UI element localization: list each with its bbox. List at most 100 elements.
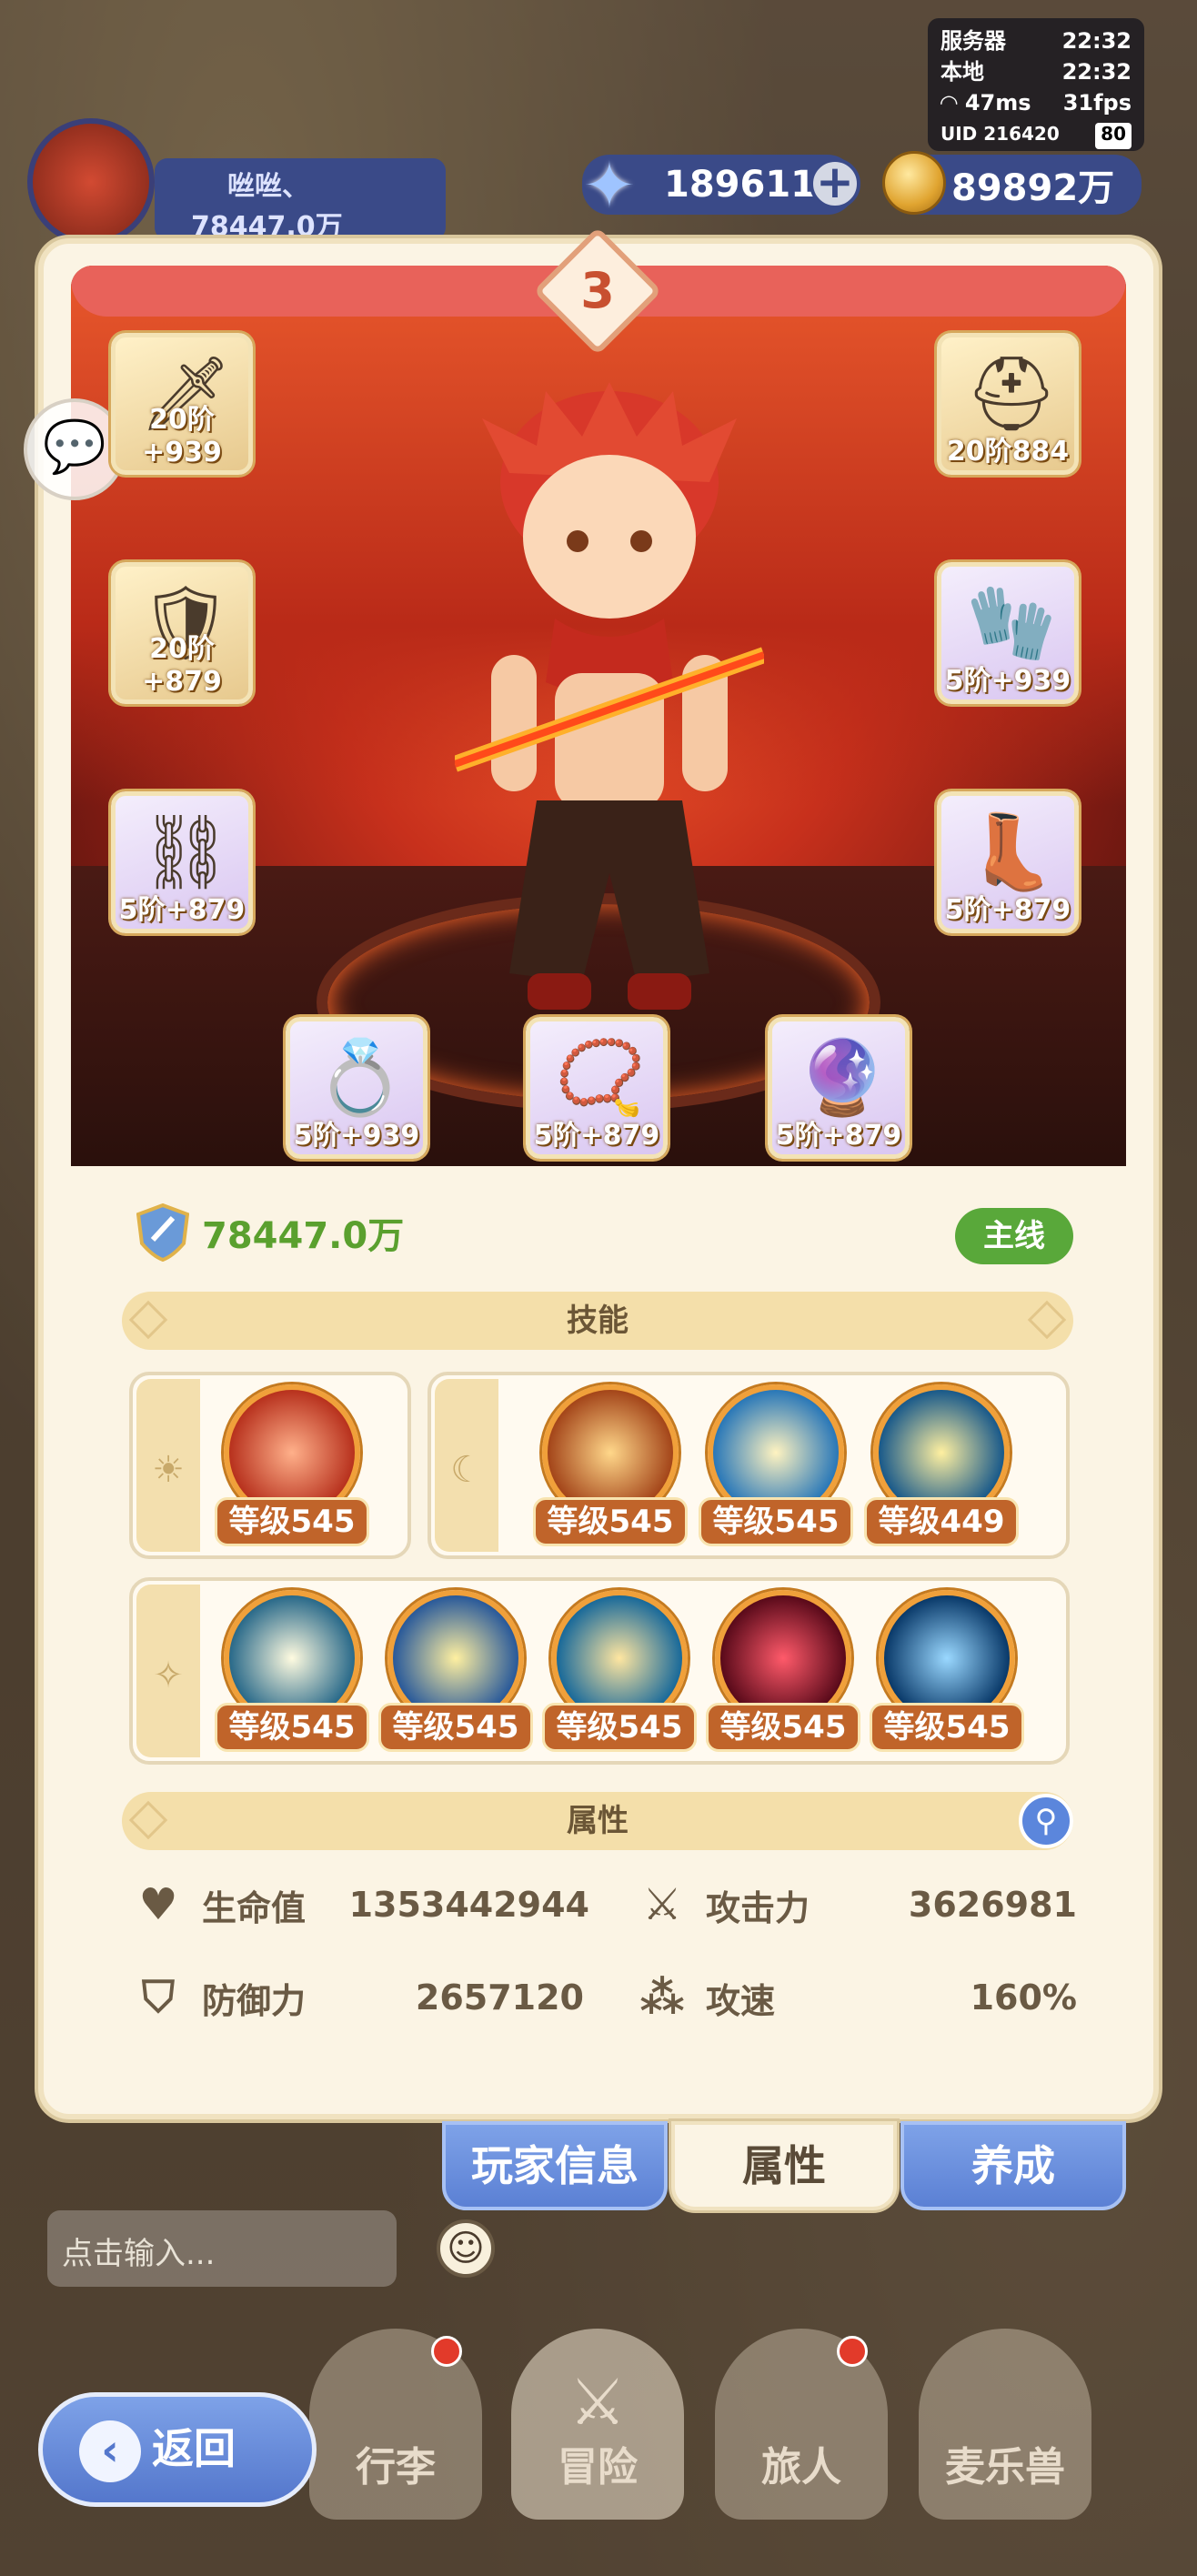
skill-group-star: ✧ 等级545 等级545 等级545 等级545 等级545 bbox=[129, 1577, 1070, 1765]
tab-attributes[interactable]: 属性 bbox=[671, 2121, 897, 2210]
ping-value: 47ms bbox=[964, 90, 1031, 116]
nav-label: 冒险 bbox=[558, 2444, 638, 2490]
equip-level: 5阶+879 bbox=[118, 894, 246, 926]
notification-dot bbox=[837, 2336, 868, 2367]
skill-level: 等级545 bbox=[215, 1703, 369, 1752]
atk-value: 3626981 bbox=[908, 1885, 1077, 1925]
def-label: 防御力 bbox=[202, 1980, 307, 2021]
helmet-icon: ⛑ bbox=[965, 351, 1058, 436]
tab-player-info[interactable]: 玩家信息 bbox=[442, 2121, 668, 2210]
skill-group-sun: ☀ 等级545 bbox=[129, 1372, 411, 1559]
equip-slot-gauntlet[interactable]: 🧤 5阶+939 bbox=[937, 562, 1079, 704]
wifi-icon: ◠ bbox=[940, 90, 965, 116]
shield-icon: ⛉ bbox=[141, 1972, 175, 2023]
hp-label: 生命值 bbox=[202, 1887, 307, 1928]
skill-slot[interactable]: 等级449 bbox=[864, 1384, 1019, 1548]
star-gem-icon: ✦ bbox=[582, 148, 637, 223]
skill-slot[interactable]: 等级545 bbox=[215, 1590, 369, 1754]
skill-level: 等级545 bbox=[706, 1703, 860, 1752]
crossed-swords-icon: ⚔ bbox=[642, 1879, 682, 1930]
skill-level: 等级545 bbox=[378, 1703, 533, 1752]
diamond-ornament-icon bbox=[128, 1800, 168, 1840]
equip-level: 5阶+879 bbox=[533, 1120, 660, 1152]
mainline-badge[interactable]: 主线 bbox=[955, 1208, 1073, 1264]
equip-level: 5阶+879 bbox=[944, 894, 1071, 926]
equip-level: 5阶+939 bbox=[293, 1120, 420, 1152]
def-row: ⛉ 防御力 2657120 bbox=[133, 1968, 584, 2027]
attributes-title: 属性 bbox=[567, 1803, 629, 1839]
player-name: 咝咝、 bbox=[227, 171, 309, 203]
skill-level: 等级545 bbox=[533, 1497, 688, 1546]
server-time: 22:32 bbox=[1061, 28, 1132, 54]
equip-slot-armor[interactable]: 🛡 20阶+879 bbox=[111, 562, 253, 704]
skill-slot[interactable]: 等级545 bbox=[533, 1384, 688, 1548]
coin-icon bbox=[882, 151, 946, 215]
equip-slot-ring[interactable]: 💍 5阶+939 bbox=[286, 1017, 428, 1159]
skill-slot[interactable]: 等级545 bbox=[378, 1590, 533, 1754]
skill-level: 等级449 bbox=[864, 1497, 1019, 1546]
atk-row: ⚔ 攻击力 3626981 bbox=[637, 1876, 1077, 1934]
chat-input[interactable]: 点击输入... bbox=[47, 2210, 397, 2287]
nav-label: 行李 bbox=[356, 2444, 436, 2490]
back-button[interactable]: ‹ 返回 bbox=[38, 2392, 317, 2507]
equip-slot-helmet[interactable]: ⛑ 20阶884 bbox=[937, 333, 1079, 475]
player-bar[interactable]: 咝咝、 78447.0万 bbox=[9, 109, 455, 246]
speed-row: ⁂ 攻速 160% bbox=[637, 1968, 1077, 2027]
equip-slot-weapon[interactable]: 🗡 20阶+939 bbox=[111, 333, 253, 475]
belt-icon: ⛓ bbox=[139, 810, 232, 894]
skill-group-moon: ☾ 等级545 等级545 等级449 bbox=[428, 1372, 1070, 1559]
rank-number: 3 bbox=[580, 262, 615, 319]
equip-slot-necklace[interactable]: 📿 5阶+879 bbox=[526, 1017, 668, 1159]
uid-label: UID 216420 bbox=[940, 123, 1060, 145]
speed-nodes-icon: ⁂ bbox=[639, 1972, 685, 2023]
back-label: 返回 bbox=[152, 2424, 236, 2473]
equip-level: 5阶+879 bbox=[775, 1120, 902, 1152]
gem-counter: ✦ 189611 + bbox=[582, 149, 860, 222]
nav-traveler[interactable]: 旅人 bbox=[715, 2329, 888, 2520]
nav-label: 旅人 bbox=[761, 2444, 841, 2490]
coin-counter: 89892万 bbox=[882, 151, 1142, 215]
hero-character[interactable] bbox=[455, 382, 764, 1055]
skill-slot[interactable]: 等级545 bbox=[699, 1384, 853, 1548]
skill-level: 等级545 bbox=[542, 1703, 697, 1752]
equip-level: 5阶+939 bbox=[944, 665, 1071, 697]
magnify-icon[interactable]: ⚲ bbox=[1019, 1794, 1073, 1848]
gem-value: 189611 bbox=[664, 164, 816, 206]
nav-pet[interactable]: 麦乐兽 bbox=[919, 2329, 1091, 2520]
skills-section-header: 技能 bbox=[122, 1292, 1073, 1350]
fps-value: 31fps bbox=[1062, 90, 1132, 116]
sun-icon: ☀ bbox=[136, 1379, 200, 1552]
ring-icon: 💍 bbox=[315, 1035, 406, 1120]
equip-level: 20阶+939 bbox=[142, 404, 222, 468]
skill-level: 等级545 bbox=[215, 1497, 369, 1546]
hp-value: 1353442944 bbox=[348, 1885, 589, 1925]
device-status-panel: 服务器 22:32 本地 22:32 ◠ 47ms 31fps UID 216420 8… bbox=[928, 18, 1144, 151]
skill-level: 等级545 bbox=[870, 1703, 1024, 1752]
back-arrow-icon: ‹ bbox=[79, 2420, 141, 2482]
skill-slot[interactable]: 等级545 bbox=[870, 1590, 1024, 1754]
server-label: 服务器 bbox=[940, 28, 1006, 54]
battery-icon: 80 bbox=[1095, 123, 1132, 149]
crossed-swords-icon: ⚔ bbox=[568, 2365, 627, 2440]
skill-slot[interactable]: 等级545 bbox=[542, 1590, 697, 1754]
equip-slot-belt[interactable]: ⛓ 5阶+879 bbox=[111, 791, 253, 933]
add-gems-button[interactable]: + bbox=[810, 158, 860, 209]
emoji-icon[interactable]: ☺ bbox=[437, 2219, 495, 2278]
skill-slot[interactable]: 等级545 bbox=[706, 1590, 860, 1754]
nav-luggage[interactable]: 行李 bbox=[309, 2329, 482, 2520]
nav-adventure[interactable]: ⚔ 冒险 bbox=[511, 2329, 684, 2520]
attributes-section-header: 属性 ⚲ bbox=[122, 1792, 1073, 1850]
sparkle-icon: ✧ bbox=[136, 1585, 200, 1757]
diamond-ornament-icon bbox=[128, 1300, 168, 1340]
nav-label: 麦乐兽 bbox=[945, 2444, 1065, 2490]
heart-icon: ♥ bbox=[138, 1879, 178, 1930]
skill-slot[interactable]: 等级545 bbox=[215, 1384, 369, 1548]
tab-cultivate[interactable]: 养成 bbox=[900, 2121, 1126, 2210]
power-value: 78447.0万 bbox=[202, 1215, 405, 1257]
player-avatar[interactable] bbox=[27, 118, 155, 246]
equip-slot-boots[interactable]: 👢 5阶+879 bbox=[937, 791, 1079, 933]
local-label: 本地 bbox=[940, 59, 984, 85]
equip-slot-amulet[interactable]: 🔮 5阶+879 bbox=[768, 1017, 910, 1159]
player-info-box: 咝咝、 78447.0万 bbox=[155, 158, 446, 243]
equip-level: 20阶884 bbox=[946, 436, 1070, 468]
